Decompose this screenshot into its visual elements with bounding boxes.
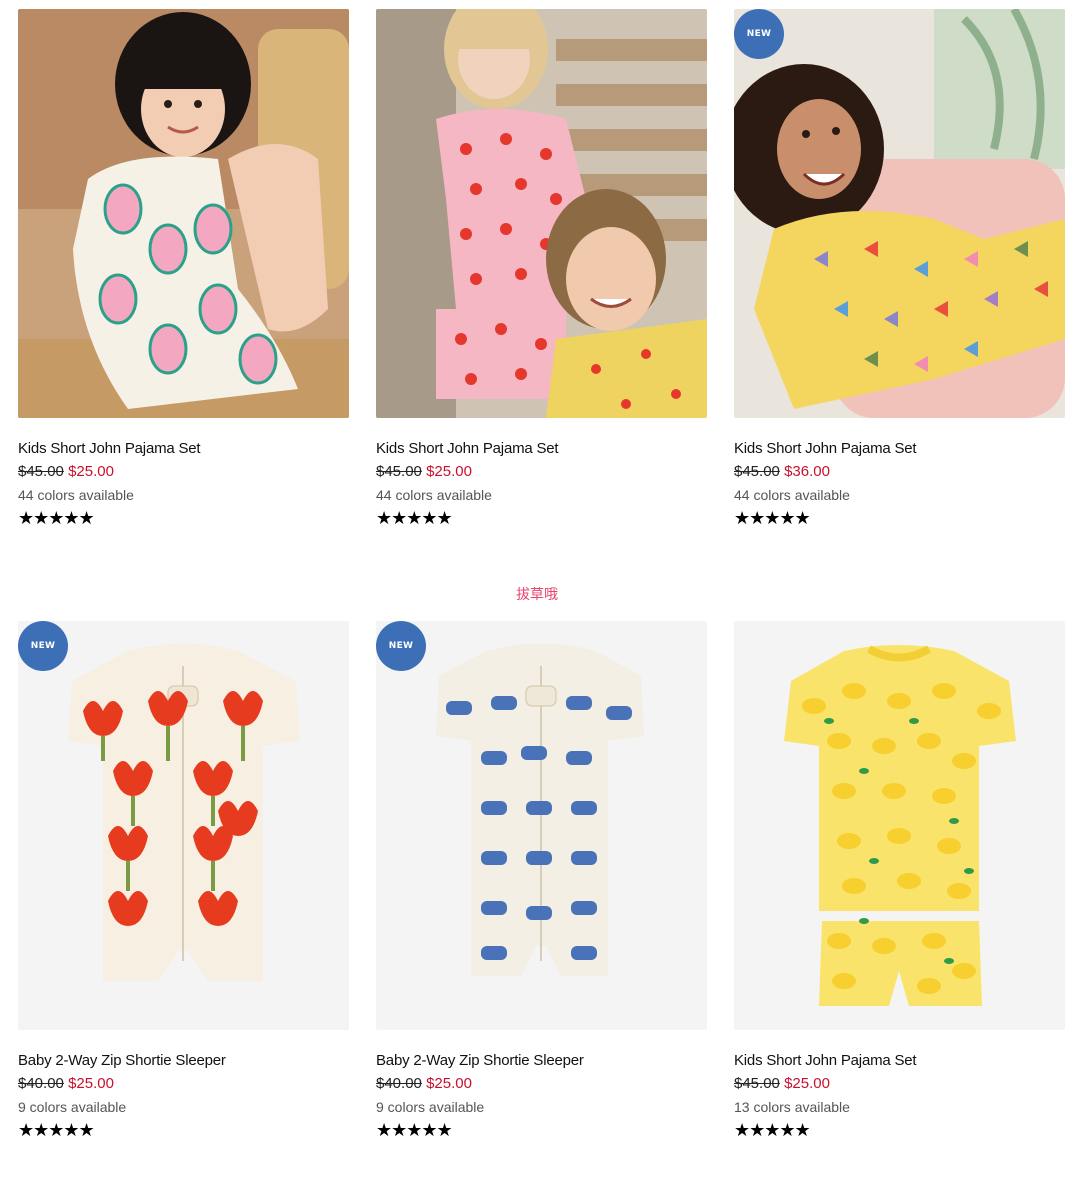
product-card[interactable]: NEW Baby 2-Way Zip Shortie Sleeper $40.0… <box>18 621 349 1139</box>
colors-available[interactable]: 13 colors available <box>734 1098 1065 1116</box>
star-rating[interactable]: ★★★★★ <box>18 1121 349 1139</box>
sale-price: $25.00 <box>68 463 114 480</box>
sale-price: $25.00 <box>426 1075 472 1092</box>
product-title[interactable]: Kids Short John Pajama Set <box>18 440 349 458</box>
new-badge: NEW <box>376 621 426 671</box>
product-card[interactable]: Kids Short John Pajama Set $45.00 $25.00… <box>734 621 1065 1139</box>
price-row: $45.00 $25.00 <box>18 463 349 481</box>
product-title[interactable]: Baby 2-Way Zip Shortie Sleeper <box>18 1052 349 1070</box>
product-title[interactable]: Kids Short John Pajama Set <box>376 440 707 458</box>
original-price: $45.00 <box>376 463 422 480</box>
colors-available[interactable]: 9 colors available <box>18 1098 349 1116</box>
sale-price: $25.00 <box>68 1075 114 1092</box>
sale-price: $25.00 <box>784 1075 830 1092</box>
product-image-tulip-sleeper[interactable]: NEW <box>18 621 349 1030</box>
price-row: $45.00 $36.00 <box>734 463 1065 481</box>
original-price: $45.00 <box>734 463 780 480</box>
product-image-car-sleeper[interactable]: NEW <box>376 621 707 1030</box>
star-rating[interactable]: ★★★★★ <box>18 509 349 527</box>
colors-available[interactable]: 44 colors available <box>18 486 349 504</box>
price-row: $40.00 $25.00 <box>376 1075 707 1093</box>
star-rating[interactable]: ★★★★★ <box>376 1121 707 1139</box>
product-title[interactable]: Kids Short John Pajama Set <box>734 1052 1065 1070</box>
original-price: $45.00 <box>18 463 64 480</box>
sale-price: $36.00 <box>784 463 830 480</box>
product-card[interactable]: NEW Kids Short John Pajama Set $45.00 $3… <box>734 9 1065 527</box>
colors-available[interactable]: 44 colors available <box>376 486 707 504</box>
product-card[interactable]: Kids Short John Pajama Set $45.00 $25.00… <box>18 9 349 527</box>
product-image-fish-pajama[interactable]: NEW <box>734 9 1065 418</box>
sale-price: $25.00 <box>426 463 472 480</box>
original-price: $45.00 <box>734 1075 780 1092</box>
star-rating[interactable]: ★★★★★ <box>376 509 707 527</box>
star-rating[interactable]: ★★★★★ <box>734 509 1065 527</box>
original-price: $40.00 <box>376 1075 422 1092</box>
new-badge: NEW <box>734 9 784 59</box>
product-grid: Kids Short John Pajama Set $45.00 $25.00… <box>0 0 1075 1186</box>
star-rating[interactable]: ★★★★★ <box>734 1121 1065 1139</box>
product-image-lemon-pajama[interactable] <box>734 621 1065 1030</box>
product-title[interactable]: Kids Short John Pajama Set <box>734 440 1065 458</box>
product-card[interactable]: NEW Baby 2-Way Zip Shortie Sleeper $40.0… <box>376 621 707 1139</box>
product-title[interactable]: Baby 2-Way Zip Shortie Sleeper <box>376 1052 707 1070</box>
price-row: $45.00 $25.00 <box>376 463 707 481</box>
product-image-strawberry-pajama[interactable] <box>376 9 707 418</box>
original-price: $40.00 <box>18 1075 64 1092</box>
watermark-text: 拔草哦 <box>516 587 558 603</box>
product-card[interactable]: Kids Short John Pajama Set $45.00 $25.00… <box>376 9 707 527</box>
price-row: $40.00 $25.00 <box>18 1075 349 1093</box>
colors-available[interactable]: 9 colors available <box>376 1098 707 1116</box>
colors-available[interactable]: 44 colors available <box>734 486 1065 504</box>
price-row: $45.00 $25.00 <box>734 1075 1065 1093</box>
new-badge: NEW <box>18 621 68 671</box>
product-image-tennis-pajama[interactable] <box>18 9 349 418</box>
